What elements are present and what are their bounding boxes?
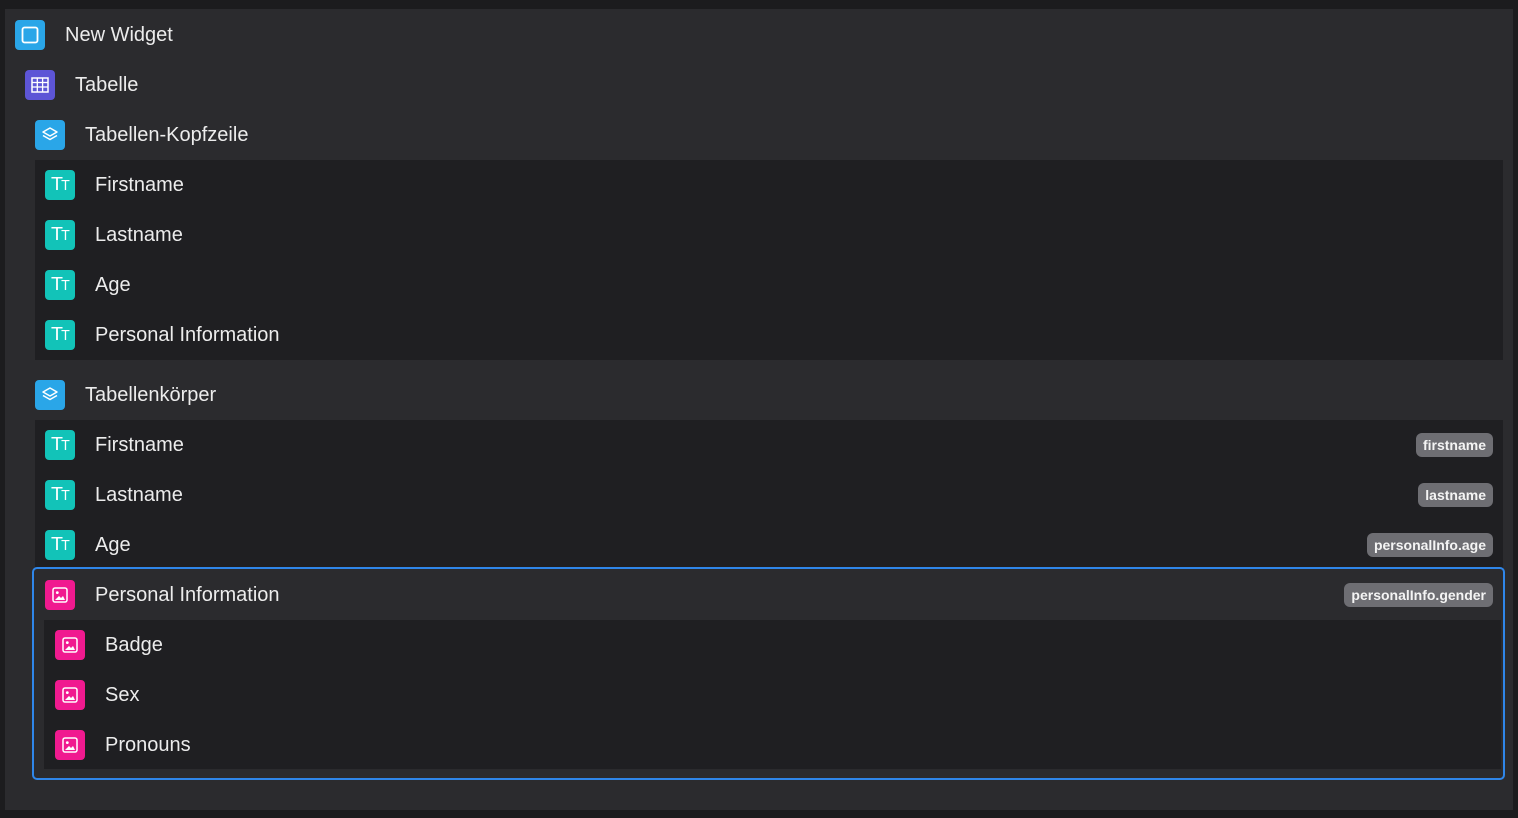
tree-item-body-lastname[interactable]: TT Lastname lastname — [45, 470, 1493, 520]
tree-item-header-lastname[interactable]: TT Lastname — [45, 210, 1493, 260]
layers-icon — [35, 380, 65, 410]
tree-item-new-widget[interactable]: New Widget — [15, 10, 1505, 60]
text-icon: TT — [45, 530, 75, 560]
image-icon — [55, 630, 85, 660]
text-icon: TT — [45, 430, 75, 460]
binding-badge: lastname — [1418, 483, 1493, 507]
tree-item-label: Lastname — [95, 223, 183, 246]
tree-item-label: Age — [95, 533, 131, 556]
text-icon: TT — [45, 320, 75, 350]
tree-item-label: Personal Information — [95, 323, 280, 346]
tree-item-table-header[interactable]: Tabellen-Kopfzeile — [35, 110, 1505, 160]
tree-item-label: Tabellen-Kopfzeile — [85, 123, 249, 146]
text-icon: TT — [45, 170, 75, 200]
tree-item-label: Badge — [105, 633, 163, 656]
tree-item-header-age[interactable]: TT Age — [45, 260, 1493, 310]
tree-item-header-personal-information[interactable]: TT Personal Information — [45, 310, 1493, 360]
tree-item-header-firstname[interactable]: TT Firstname — [45, 160, 1493, 210]
layers-icon — [35, 120, 65, 150]
tree-item-label: Firstname — [95, 433, 184, 456]
tree-item-label: Tabellenkörper — [85, 383, 217, 406]
tree-item-table-body[interactable]: Tabellenkörper — [35, 370, 1505, 420]
tree-item-label: Pronouns — [105, 733, 191, 756]
tree-item-body-age[interactable]: TT Age personalInfo.age — [45, 520, 1493, 570]
image-icon — [55, 730, 85, 760]
table-icon — [25, 70, 55, 100]
binding-badge: personalInfo.age — [1366, 533, 1493, 557]
tree-item-sex[interactable]: Sex — [55, 670, 1493, 720]
binding-badge: firstname — [1415, 433, 1493, 457]
tree-item-badge[interactable]: Badge — [55, 620, 1493, 670]
widget-icon — [15, 20, 45, 50]
tree-item-body-firstname[interactable]: TT Firstname firstname — [45, 420, 1493, 470]
tree-item-label: Personal Information — [95, 583, 280, 606]
binding-badge: personalInfo.gender — [1344, 583, 1493, 607]
tree-item-label: Firstname — [95, 173, 184, 196]
tree-item-label: New Widget — [65, 23, 173, 46]
tree-item-label: Tabelle — [75, 73, 139, 96]
tree-item-label: Lastname — [95, 483, 183, 506]
tree-item-body-personal-information[interactable]: Personal Information personalInfo.gender — [45, 570, 1493, 620]
text-icon: TT — [45, 220, 75, 250]
image-icon — [45, 580, 75, 610]
text-icon: TT — [45, 270, 75, 300]
tree-item-pronouns[interactable]: Pronouns — [55, 720, 1493, 770]
tree-item-table[interactable]: Tabelle — [25, 60, 1505, 110]
tree-item-label: Sex — [105, 683, 140, 706]
text-icon: TT — [45, 480, 75, 510]
image-icon — [55, 680, 85, 710]
tree-item-label: Age — [95, 273, 131, 296]
